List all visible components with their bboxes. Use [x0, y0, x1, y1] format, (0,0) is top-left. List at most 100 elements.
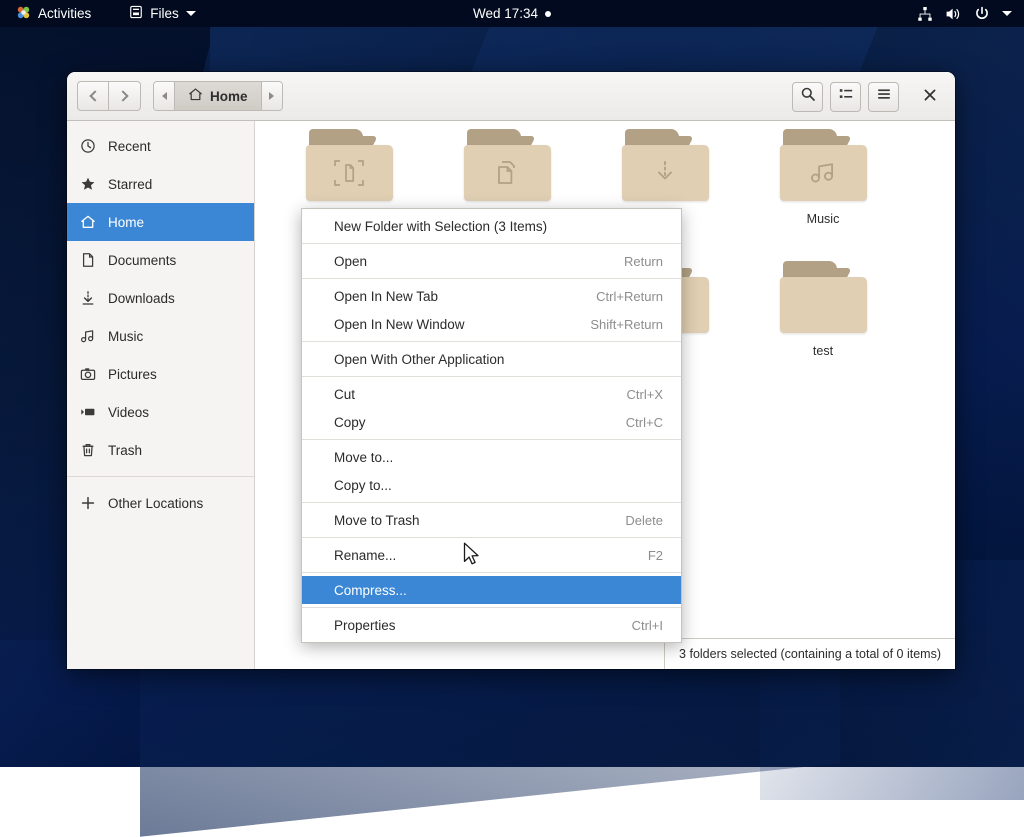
menu-item-label: Move to Trash — [334, 513, 420, 528]
clock-button[interactable]: Wed 17:34 — [465, 3, 559, 24]
menu-item-accelerator: Ctrl+Return — [596, 289, 663, 304]
sidebar-item-label: Trash — [108, 443, 142, 458]
downloads-folder-icon — [622, 129, 709, 201]
sidebar-item-label: Documents — [108, 253, 176, 268]
list-view-icon — [838, 86, 854, 107]
file-label: Music — [800, 210, 847, 228]
activities-button[interactable]: Activities — [8, 2, 99, 26]
mouse-pointer-icon — [463, 542, 480, 572]
menu-item-label: Properties — [334, 618, 396, 633]
menu-item-label: Move to... — [334, 450, 393, 465]
sidebar-item-downloads[interactable]: Downloads — [67, 279, 254, 317]
sidebar-item-label: Videos — [108, 405, 149, 420]
menu-separator — [302, 243, 681, 244]
menu-item-open-in-new-tab[interactable]: Open In New Tab Ctrl+Return — [302, 282, 681, 310]
sidebar-item-starred[interactable]: Starred — [67, 165, 254, 203]
sidebar-item-documents[interactable]: Documents — [67, 241, 254, 279]
main-menu-button[interactable] — [868, 82, 899, 112]
activities-icon — [16, 5, 31, 23]
file-item[interactable] — [286, 129, 412, 214]
navigation-buttons — [77, 81, 141, 111]
menu-item-copy[interactable]: Copy Ctrl+C — [302, 408, 681, 436]
menu-separator — [302, 537, 681, 538]
files-icon — [129, 5, 143, 22]
file-item[interactable]: Music — [760, 129, 886, 228]
sidebar-item-pictures[interactable]: Pictures — [67, 355, 254, 393]
document-icon — [79, 252, 96, 268]
chevron-down-icon[interactable] — [1002, 11, 1012, 16]
menu-item-move-to[interactable]: Move to... — [302, 443, 681, 471]
menu-item-label: Compress... — [334, 583, 407, 598]
path-scroll-right-button[interactable] — [262, 82, 282, 110]
close-icon — [923, 87, 937, 107]
sidebar-divider — [67, 476, 254, 477]
menu-item-move-to-trash[interactable]: Move to Trash Delete — [302, 506, 681, 534]
menu-item-accelerator: F2 — [648, 548, 663, 563]
menu-separator — [302, 572, 681, 573]
video-icon — [79, 404, 96, 420]
sidebar-item-videos[interactable]: Videos — [67, 393, 254, 431]
menu-item-accelerator: Ctrl+X — [627, 387, 663, 402]
star-icon — [79, 176, 96, 192]
path-scroll-left-button[interactable] — [154, 82, 174, 110]
menu-separator — [302, 341, 681, 342]
home-icon — [79, 214, 96, 230]
context-menu[interactable]: New Folder with Selection (3 Items) Open… — [301, 208, 682, 643]
plus-icon — [79, 495, 96, 511]
app-menu-label: Files — [150, 6, 179, 21]
menu-item-copy-to[interactable]: Copy to... — [302, 471, 681, 499]
back-button[interactable] — [77, 81, 109, 111]
home-icon — [188, 87, 203, 105]
menu-item-label: Copy to... — [334, 478, 392, 493]
menu-item-accelerator: Delete — [625, 513, 663, 528]
chevron-right-icon — [117, 90, 128, 101]
breadcrumb-label: Home — [210, 89, 248, 104]
forward-button[interactable] — [109, 81, 141, 111]
app-menu-button[interactable]: Files — [121, 2, 204, 25]
menu-item-label: Cut — [334, 387, 355, 402]
menu-item-label: Open — [334, 254, 367, 269]
sidebar-item-trash[interactable]: Trash — [67, 431, 254, 469]
system-tray[interactable] — [911, 0, 1018, 27]
search-icon — [800, 86, 816, 107]
menu-item-open-with-other-application[interactable]: Open With Other Application — [302, 345, 681, 373]
trash-icon — [79, 442, 96, 458]
menu-item-label: Copy — [334, 415, 366, 430]
menu-item-new-folder-with-selection[interactable]: New Folder with Selection (3 Items) — [302, 212, 681, 240]
menu-separator — [302, 502, 681, 503]
sidebar-item-music[interactable]: Music — [67, 317, 254, 355]
file-item[interactable] — [444, 129, 570, 214]
menu-separator — [302, 439, 681, 440]
gnome-top-bar: Activities Files Wed 17:34 — [0, 0, 1024, 27]
menu-item-accelerator: Ctrl+I — [632, 618, 663, 633]
sidebar-item-label: Other Locations — [108, 496, 203, 511]
menu-item-open-in-new-window[interactable]: Open In New Window Shift+Return — [302, 310, 681, 338]
sidebar-item-home[interactable]: Home — [67, 203, 254, 241]
close-button[interactable] — [915, 82, 945, 112]
menu-item-cut[interactable]: Cut Ctrl+X — [302, 380, 681, 408]
sidebar-item-label: Downloads — [108, 291, 175, 306]
triangle-right-icon — [269, 92, 274, 100]
camera-icon — [79, 366, 96, 382]
menu-item-open[interactable]: Open Return — [302, 247, 681, 275]
sidebar-item-recent[interactable]: Recent — [67, 127, 254, 165]
download-icon — [79, 290, 96, 306]
search-button[interactable] — [792, 82, 823, 112]
view-toggle-button[interactable] — [830, 82, 861, 112]
menu-item-accelerator: Ctrl+C — [626, 415, 663, 430]
menu-item-compress[interactable]: Compress... — [302, 576, 681, 604]
activities-label: Activities — [38, 6, 91, 21]
file-item[interactable]: test — [760, 261, 886, 360]
power-icon — [974, 6, 990, 22]
sidebar-item-label: Pictures — [108, 367, 157, 382]
sidebar-item-other-locations[interactable]: Other Locations — [67, 484, 254, 522]
window-headerbar: Home — [67, 72, 955, 121]
sidebar: Recent Starred Home — [67, 121, 255, 669]
breadcrumb-item-home[interactable]: Home — [174, 82, 262, 110]
menu-item-properties[interactable]: Properties Ctrl+I — [302, 611, 681, 639]
menu-item-label: Rename... — [334, 548, 396, 563]
documents-folder-icon — [464, 129, 551, 201]
plain-folder-icon — [780, 261, 867, 333]
volume-high-icon — [945, 6, 962, 22]
menu-item-rename[interactable]: Rename... F2 — [302, 541, 681, 569]
